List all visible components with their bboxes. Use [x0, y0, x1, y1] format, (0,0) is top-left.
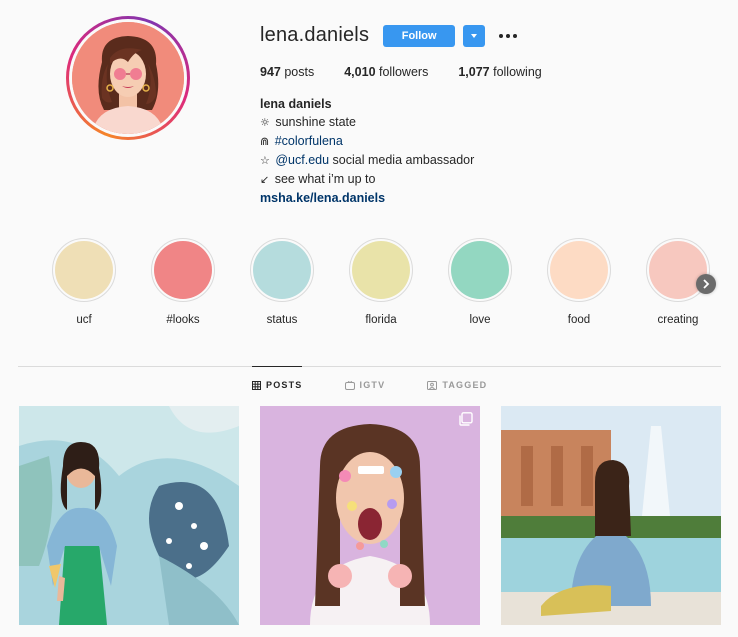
bio-ambassador-text: social media ambassador — [332, 153, 475, 167]
chevron-right-icon — [703, 279, 710, 289]
highlight-label: #looks — [166, 314, 200, 326]
post-image-denim-jacket — [19, 406, 239, 625]
highlight-status[interactable]: status — [242, 238, 322, 326]
rainbow-icon: ⋒ — [260, 135, 270, 148]
tabs-divider — [18, 366, 721, 367]
followers-count-value: 4,010 — [344, 65, 376, 79]
more-options-button[interactable] — [499, 25, 518, 47]
suggestions-dropdown-button[interactable] — [463, 24, 486, 47]
followers-count-label: followers — [379, 65, 429, 79]
highlights-next-button[interactable] — [696, 274, 716, 294]
bio-full-name: lena daniels — [260, 97, 332, 111]
highlight-label: status — [266, 314, 298, 326]
highlight-food[interactable]: food — [539, 238, 619, 326]
arrow-down-left-icon: ↙ — [260, 173, 270, 186]
bio-cta-text: see what i’m up to — [274, 172, 376, 186]
bio-line-location: ☼ sunshine state — [260, 113, 474, 132]
profile-avatar-gap — [69, 19, 187, 137]
posts-count-value: 947 — [260, 65, 281, 79]
dot-icon — [499, 33, 504, 38]
avatar-illustration — [72, 22, 184, 134]
tab-tagged-label: TAGGED — [442, 380, 488, 390]
caret-down-icon — [471, 33, 478, 38]
highlight-ring — [52, 238, 116, 302]
highlight-ring — [250, 238, 314, 302]
tab-tagged[interactable]: TAGGED — [427, 380, 487, 390]
posts-count: 947 posts — [260, 65, 314, 79]
bio-hashtag-link[interactable]: #colorfulena — [275, 134, 343, 148]
highlight-cover — [154, 241, 212, 299]
star-icon: ☆ — [260, 154, 270, 167]
multiple-photos-icon — [459, 412, 473, 426]
highlight-ring — [448, 238, 512, 302]
highlight-cover — [451, 241, 509, 299]
grid-icon — [252, 380, 261, 390]
active-tab-indicator — [252, 366, 302, 367]
tv-icon — [344, 380, 355, 390]
post-thumbnail-3[interactable] — [501, 406, 721, 625]
highlight-ring — [349, 238, 413, 302]
tab-posts[interactable]: POSTS — [252, 380, 303, 390]
highlight-florida[interactable]: florida — [341, 238, 421, 326]
highlight-label: food — [567, 314, 591, 326]
tab-posts-label: POSTS — [266, 380, 303, 390]
highlight-cover — [352, 241, 410, 299]
tab-igtv[interactable]: IGTV — [344, 380, 386, 390]
post-image-charge-on-fountain — [501, 406, 721, 625]
highlight-ring — [547, 238, 611, 302]
profile-avatar-ring[interactable] — [66, 16, 190, 140]
posts-count-label: posts — [284, 65, 315, 79]
highlight-cover — [253, 241, 311, 299]
sun-icon: ☼ — [260, 116, 270, 129]
highlight-cover — [550, 241, 608, 299]
profile-tabs: POSTS IGTV TAGGED — [252, 380, 529, 390]
profile-avatar[interactable] — [72, 22, 184, 134]
bio-mention-link[interactable]: @ucf.edu — [275, 153, 329, 167]
tag-icon — [427, 380, 438, 390]
highlight-looks[interactable]: #looks — [143, 238, 223, 326]
bio-line-hashtag: ⋒ #colorfulena — [260, 132, 474, 151]
highlight-label: ucf — [76, 314, 92, 326]
highlight-ucf[interactable]: ucf — [44, 238, 124, 326]
profile-bio: lena daniels ☼ sunshine state ⋒ #colorfu… — [260, 95, 474, 207]
dot-icon — [506, 33, 511, 38]
highlight-label: florida — [365, 314, 397, 326]
highlight-love[interactable]: love — [440, 238, 520, 326]
highlight-label: love — [469, 314, 491, 326]
following-link[interactable]: 1,077 following — [458, 65, 541, 79]
followers-link[interactable]: 4,010 followers — [344, 65, 428, 79]
highlight-ring — [151, 238, 215, 302]
bio-website-link[interactable]: msha.ke/lena.daniels — [260, 189, 474, 207]
following-count-label: following — [493, 65, 542, 79]
highlight-label: creating — [657, 314, 699, 326]
highlight-cover — [55, 241, 113, 299]
follow-button[interactable]: Follow — [383, 24, 456, 47]
bio-location-text: sunshine state — [275, 115, 356, 129]
story-highlights: ucf #looks status florida love food crea… — [0, 238, 738, 338]
tab-igtv-label: IGTV — [359, 380, 386, 390]
following-count-value: 1,077 — [458, 65, 490, 79]
post-thumbnail-2[interactable] — [260, 406, 480, 625]
profile-stats: 947 posts 4,010 followers 1,077 followin… — [260, 65, 572, 79]
bio-line-cta: ↙ see what i’m up to — [260, 170, 474, 189]
dot-icon — [513, 33, 518, 38]
post-image-stickers-face — [260, 406, 480, 625]
profile-username: lena.daniels — [260, 24, 370, 46]
bio-line-ambassador: ☆ @ucf.edu social media ambassador — [260, 151, 474, 170]
post-thumbnail-1[interactable] — [19, 406, 239, 625]
profile-header-row: lena.daniels Follow — [260, 24, 518, 47]
